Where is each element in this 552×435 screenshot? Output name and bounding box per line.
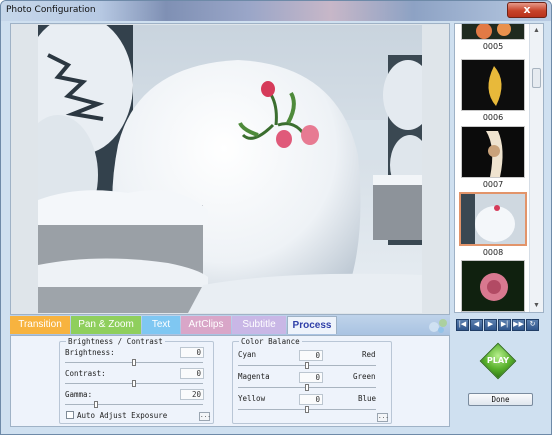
tab-pan-zoom[interactable]: Pan & Zoom xyxy=(71,316,141,334)
refresh-icon[interactable]: ↻ xyxy=(526,319,539,331)
close-button[interactable]: x xyxy=(507,2,547,18)
prev-icon[interactable]: ◀ xyxy=(470,319,483,331)
gamma-value[interactable]: 20 xyxy=(180,389,204,400)
thumbnail-image xyxy=(459,192,527,246)
thumbnail-number: 0005 xyxy=(482,42,504,51)
magenta-label: Magenta xyxy=(238,372,270,381)
cyan-value[interactable]: 0 xyxy=(299,350,323,361)
thumbnail-list[interactable]: 0005 0006 0007 0008 ▲ ▼ xyxy=(454,23,544,313)
brightness-more-button[interactable]: ... xyxy=(199,412,211,421)
tab-subtitle[interactable]: Subtitle xyxy=(232,316,286,334)
close-icon: x xyxy=(523,3,531,16)
brightness-value[interactable]: 0 xyxy=(180,347,204,358)
thumbnail-item[interactable]: 0005 xyxy=(458,24,528,51)
photo-configuration-window: Photo Configuration x 0005 0006 0007 000… xyxy=(0,0,552,435)
yellow-value[interactable]: 0 xyxy=(299,394,323,405)
yellow-blue-slider-knob[interactable] xyxy=(305,406,309,413)
tab-bar: Transition Pan & Zoom Text ArtClips Subt… xyxy=(10,315,450,335)
tab-transition[interactable]: Transition xyxy=(10,316,70,334)
thumbnail-scrollbar[interactable]: ▲ ▼ xyxy=(529,24,543,312)
scroll-down-icon[interactable]: ▼ xyxy=(530,299,543,312)
decorative-bubbles-icon xyxy=(429,319,447,333)
auto-adjust-label: Auto Adjust Exposure xyxy=(77,411,168,420)
color-balance-more-button[interactable]: ... xyxy=(377,413,389,422)
scrollbar-thumb[interactable] xyxy=(532,68,541,88)
tab-text[interactable]: Text xyxy=(142,316,180,334)
thumbnail-item[interactable] xyxy=(458,260,528,312)
last-icon[interactable]: ▶▶ xyxy=(512,319,525,331)
group-title: Brightness / Contrast xyxy=(66,337,165,346)
next-icon[interactable]: ▶| xyxy=(498,319,511,331)
gamma-slider-track[interactable] xyxy=(65,404,203,405)
yellow-label: Yellow xyxy=(238,394,266,403)
blue-label: Blue xyxy=(358,394,377,403)
photo-preview-frame xyxy=(10,23,450,315)
thumbnail-image xyxy=(461,59,525,111)
thumbnail-image xyxy=(461,24,525,40)
brightness-slider-knob[interactable] xyxy=(132,359,136,366)
tab-artclips[interactable]: ArtClips xyxy=(181,316,231,334)
done-button[interactable]: Done xyxy=(468,393,533,406)
thumbnail-image xyxy=(461,260,525,312)
red-label: Red xyxy=(362,350,376,359)
contrast-value[interactable]: 0 xyxy=(180,368,204,379)
magenta-green-slider-knob[interactable] xyxy=(305,384,309,391)
thumbnail-navigation: |◀ ◀ ▶ ▶| ▶▶ ↻ xyxy=(456,319,539,332)
play-button[interactable]: PLAY xyxy=(479,342,517,380)
title-bar: Photo Configuration x xyxy=(1,1,551,21)
contrast-label: Contrast: xyxy=(65,369,106,378)
thumbnail-item[interactable]: 0006 xyxy=(458,59,528,122)
thumbnail-item[interactable]: 0007 xyxy=(458,126,528,189)
green-label: Green xyxy=(353,372,376,381)
thumbnail-number: 0007 xyxy=(482,180,504,189)
cyan-label: Cyan xyxy=(238,350,257,359)
cyan-red-slider-knob[interactable] xyxy=(305,362,309,369)
gamma-label: Gamma: xyxy=(65,390,93,399)
gamma-slider-knob[interactable] xyxy=(94,401,98,408)
brightness-label: Brightness: xyxy=(65,348,115,357)
thumbnail-number: 0006 xyxy=(482,113,504,122)
thumbnail-number: 0008 xyxy=(482,248,504,257)
auto-adjust-checkbox[interactable] xyxy=(66,411,74,419)
magenta-value[interactable]: 0 xyxy=(299,372,323,383)
play-icon[interactable]: ▶ xyxy=(484,319,497,331)
tab-process[interactable]: Process xyxy=(287,316,337,334)
play-label: PLAY xyxy=(486,356,510,365)
process-panel: Brightness / Contrast Brightness: 0 Cont… xyxy=(10,335,450,427)
contrast-slider-knob[interactable] xyxy=(132,380,136,387)
photo-preview-image xyxy=(38,25,422,313)
window-title: Photo Configuration xyxy=(6,5,96,15)
thumbnail-item-selected[interactable]: 0008 xyxy=(458,192,528,257)
group-title: Color Balance xyxy=(239,337,302,346)
color-balance-group: Color Balance Cyan 0 Red Magenta 0 Green… xyxy=(232,337,392,424)
thumbnail-image xyxy=(461,126,525,178)
first-icon[interactable]: |◀ xyxy=(456,319,469,331)
brightness-contrast-group: Brightness / Contrast Brightness: 0 Cont… xyxy=(59,337,214,424)
scroll-up-icon[interactable]: ▲ xyxy=(530,24,543,37)
